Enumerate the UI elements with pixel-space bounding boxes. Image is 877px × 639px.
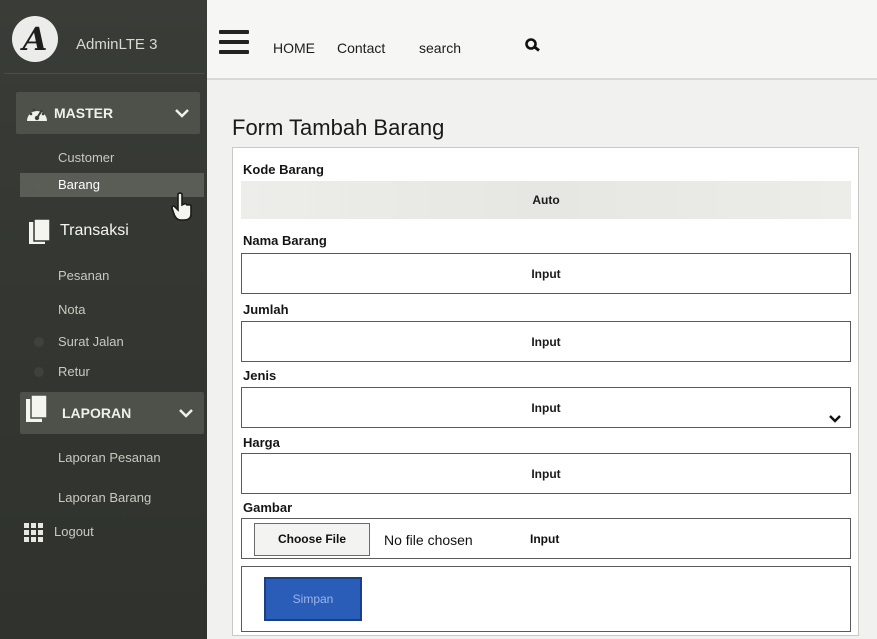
sidebar-item-surat-jalan[interactable]: Surat Jalan [20,330,204,354]
chevron-down-icon [828,401,842,442]
field-label-jumlah: Jumlah [243,302,289,317]
document-icon [28,218,52,251]
chevron-down-icon [174,106,190,124]
document-icon [24,394,50,422]
search-icon[interactable] [525,38,541,57]
sidebar-group-label: LAPORAN [62,405,132,421]
field-label-gambar: Gambar [243,500,293,515]
sidebar-item-logout[interactable]: Logout [24,520,207,544]
jumlah-input[interactable]: Input [241,321,851,362]
kode-barang-field: Auto [241,181,851,219]
app-window: A AdminLTE 3 MASTER Customer Barang Tran… [0,0,877,639]
form-actions: Simpan [241,566,851,632]
top-navbar: HOME Contact search [207,0,877,80]
sidebar-item-label: Retur [58,364,90,379]
sidebar-item-label: Surat Jalan [58,334,124,349]
sidebar: A AdminLTE 3 MASTER Customer Barang Tran… [0,0,207,639]
sidebar-group-label: Transaksi [60,222,129,239]
gambar-file-input[interactable]: Choose File No file chosen Input [241,518,851,559]
sidebar-item-label: Laporan Barang [58,490,152,505]
hamburger-icon[interactable] [219,30,249,60]
sidebar-item-label: Laporan Pesanan [58,450,161,465]
sidebar-group-label: MASTER [54,105,114,121]
field-label-jenis: Jenis [243,368,277,383]
hand-cursor-icon [170,192,194,227]
file-input-placeholder: Input [530,532,560,546]
sidebar-item-retur[interactable]: Retur [20,360,204,384]
chevron-down-icon [178,406,194,424]
nav-link-contact[interactable]: Contact [337,40,385,56]
page-title: Form Tambah Barang [232,115,445,140]
sidebar-item-label: Barang [58,177,100,192]
brand-name: AdminLTE 3 [76,36,158,53]
sidebar-item-nota[interactable]: Nota [20,298,204,322]
field-label-kode-barang: Kode Barang [243,162,324,177]
form-card: Kode Barang Auto Nama Barang Input Jumla… [232,147,859,636]
harga-input[interactable]: Input [241,453,851,494]
sidebar-item-laporan-barang[interactable]: Laporan Barang [20,486,204,510]
file-status-text: No file chosen [384,532,473,548]
sidebar-item-label: Pesanan [58,268,110,283]
sidebar-item-customer[interactable]: Customer [20,146,204,170]
sidebar-item-label: Nota [58,302,86,317]
sidebar-group-master[interactable]: MASTER [16,92,200,134]
bullet-icon [34,367,44,377]
field-label-nama-barang: Nama Barang [243,233,327,248]
nav-search-label[interactable]: search [419,40,461,56]
bullet-icon [34,337,44,347]
bullet-icon [34,180,44,190]
choose-file-button[interactable]: Choose File [254,523,370,556]
sidebar-item-label: Logout [54,524,94,539]
grid-icon [24,523,44,551]
sidebar-item-pesanan[interactable]: Pesanan [20,264,204,288]
sidebar-item-label: Customer [58,150,115,165]
sidebar-item-laporan-pesanan[interactable]: Laporan Pesanan [20,446,204,470]
jenis-select-value: Input [531,401,561,415]
field-label-harga: Harga [243,435,280,450]
main-content: HOME Contact search Form Tambah Barang K… [207,0,877,639]
nav-link-home[interactable]: HOME [273,40,315,56]
dashboard-gauge-icon [24,100,50,126]
brand[interactable]: A AdminLTE 3 [4,6,204,74]
sidebar-group-laporan[interactable]: LAPORAN [20,392,204,434]
nama-barang-input[interactable]: Input [241,253,851,294]
jenis-select[interactable]: Input [241,387,851,428]
simpan-button[interactable]: Simpan [264,577,362,621]
brand-logo: A [12,16,58,62]
